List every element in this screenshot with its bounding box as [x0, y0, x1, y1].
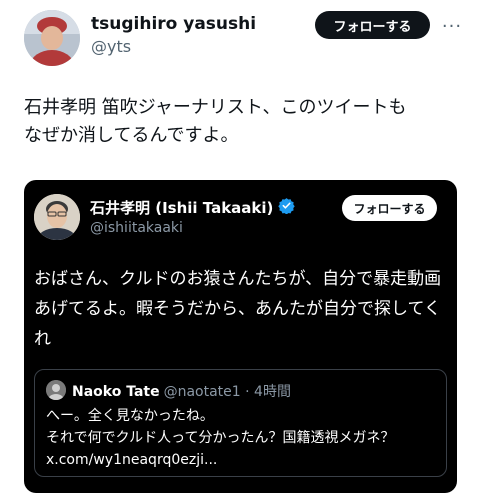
quoted-tweet-text: おばさん、クルドのお猿さんたちが、自分で暴走動画 あげてるよ。暇そうだから、あん…: [34, 264, 450, 354]
quoted-text-line: れ: [34, 329, 51, 349]
more-options-icon[interactable]: ···: [440, 16, 464, 37]
nested-link[interactable]: x.com/wy1neaqrq0ezji...: [46, 449, 442, 471]
nested-author-row: Naoko Tate @naotate1 · 4時間: [72, 381, 291, 401]
follow-button[interactable]: フォローする: [315, 11, 430, 39]
quoted-username[interactable]: @ishiitakaaki: [90, 220, 183, 236]
avatar[interactable]: [24, 10, 80, 66]
tweet-text: 石井孝明 笛吹ジャーナリスト、このツイートも なぜか消してるんですよ。: [24, 94, 460, 150]
display-name[interactable]: tsugihiro yasushi: [91, 14, 256, 34]
tweet-text-line: 石井孝明 笛吹ジャーナリスト、このツイートも: [24, 97, 407, 118]
quoted-avatar[interactable]: [34, 194, 80, 240]
nested-meta: @naotate1 · 4時間: [163, 384, 291, 400]
nested-text-line: へー。全く見なかったね。: [46, 408, 214, 424]
nested-tweet-text: へー。全く見なかったね。 それで何でクルド人って分かったん？国籍透視メガネ？ x…: [46, 405, 442, 471]
quoted-text-line: おばさん、クルドのお猿さんたちが、自分で暴走動画: [34, 269, 442, 289]
quoted-text-line: あげてるよ。暇そうだから、あんたが自分で探してく: [34, 299, 441, 319]
tweet-header: tsugihiro yasushi @yts フォローする ···: [24, 10, 464, 70]
nested-display-name[interactable]: Naoko Tate: [72, 384, 160, 400]
quoted-display-name[interactable]: 石井孝明 (Ishii Takaaki): [90, 197, 273, 218]
quoted-follow-button[interactable]: フォローする: [342, 195, 437, 221]
tweet-text-line: なぜか消してるんですよ。: [24, 125, 239, 146]
nested-text-line: それで何でクルド人って分かったん？国籍透視メガネ？: [46, 430, 395, 446]
quoted-tweet-card[interactable]: 石井孝明 (Ishii Takaaki) @ishiitakaaki フォローす…: [24, 180, 457, 493]
nested-avatar[interactable]: [46, 380, 66, 400]
username[interactable]: @yts: [91, 37, 256, 56]
nested-quoted-tweet[interactable]: Naoko Tate @naotate1 · 4時間 へー。全く見なかったね。 そ…: [34, 369, 447, 477]
author-block: tsugihiro yasushi @yts: [91, 14, 256, 56]
quoted-author-row: 石井孝明 (Ishii Takaaki): [90, 197, 296, 218]
verified-badge-icon: [278, 197, 296, 218]
